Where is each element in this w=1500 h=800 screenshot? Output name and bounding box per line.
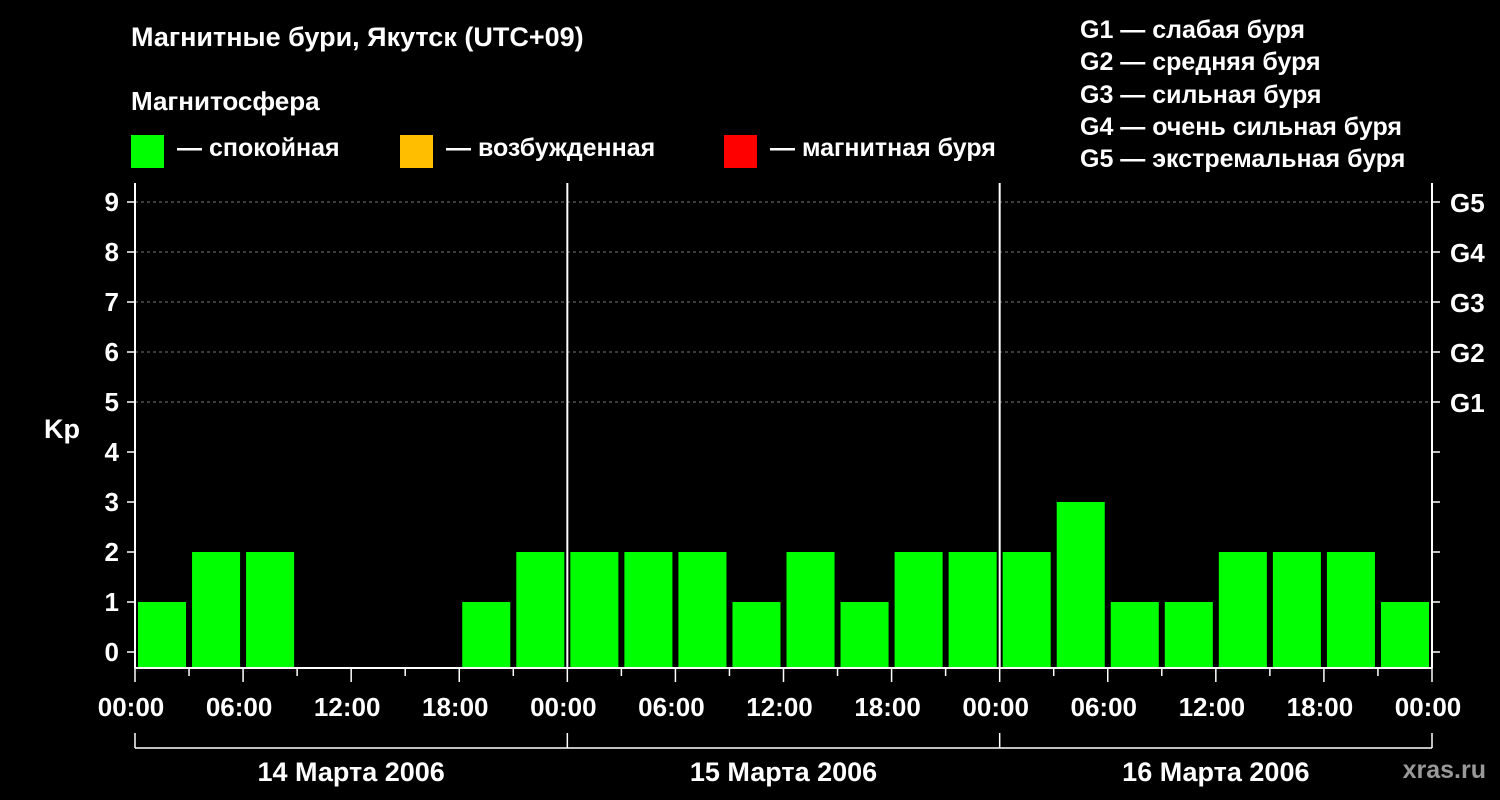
kp-bar: [948, 552, 997, 668]
kp-bar: [1056, 502, 1105, 668]
y-axis-label: Kp: [44, 414, 80, 444]
kp-bar: [138, 602, 187, 668]
y-tick-label: 0: [105, 637, 119, 667]
x-tick-label: 06:00: [1071, 692, 1138, 722]
kp-bar-chart: 0 1 2 3 4 5 6 7 8 9 Kp G1 G2 G3 G4 G5 00:00 06:00 12:00 18:…: [44, 183, 1485, 787]
kp-bar: [1326, 552, 1375, 668]
g-level-label: G3: [1450, 288, 1485, 318]
x-tick-label: 00:00: [98, 692, 165, 722]
kp-bar: [516, 552, 565, 668]
kp-bar: [1380, 602, 1429, 668]
g-level-label: G4: [1450, 238, 1485, 268]
kp-bar: [1164, 602, 1213, 668]
kp-bar: [840, 602, 889, 668]
kp-bar: [1110, 602, 1159, 668]
x-tick-label: 00:00: [1395, 692, 1462, 722]
y-tick-label: 8: [105, 237, 119, 267]
kp-bar: [786, 552, 835, 668]
y-tick-label: 9: [105, 187, 119, 217]
kp-bar: [462, 602, 511, 668]
x-tick-label: 12:00: [746, 692, 813, 722]
y-tick-label: 7: [105, 287, 119, 317]
x-tick-label: 12:00: [314, 692, 381, 722]
kp-bar: [246, 552, 295, 668]
kp-bar: [678, 552, 727, 668]
x-tick-label: 06:00: [206, 692, 273, 722]
x-tick-label: 18:00: [422, 692, 489, 722]
kp-bar: [624, 552, 673, 668]
x-tick-label: 00:00: [962, 692, 1029, 722]
y-tick-label: 3: [105, 487, 119, 517]
kp-bar: [732, 602, 781, 668]
g-level-label: G5: [1450, 188, 1485, 218]
y-tick-label: 5: [105, 387, 119, 417]
x-tick-label: 18:00: [854, 692, 921, 722]
day-label: 15 Марта 2006: [690, 757, 877, 787]
x-tick-label: 00:00: [530, 692, 597, 722]
y-tick-label: 4: [105, 437, 120, 467]
kp-bar: [570, 552, 619, 668]
y-tick-label: 6: [105, 337, 119, 367]
g-level-label: G2: [1450, 338, 1485, 368]
y-tick-label: 2: [105, 537, 119, 567]
day-label: 14 Марта 2006: [258, 757, 445, 787]
x-tick-label: 18:00: [1287, 692, 1354, 722]
kp-bar: [192, 552, 241, 668]
g-level-label: G1: [1450, 388, 1485, 418]
kp-bar: [1218, 552, 1267, 668]
x-tick-label: 12:00: [1179, 692, 1246, 722]
kp-bar: [1272, 552, 1321, 668]
watermark: xras.ru: [1402, 756, 1486, 784]
day-label: 16 Марта 2006: [1122, 757, 1309, 787]
kp-bar: [894, 552, 943, 668]
y-tick-label: 1: [105, 587, 119, 617]
x-tick-label: 06:00: [638, 692, 705, 722]
kp-bar: [1002, 552, 1051, 668]
